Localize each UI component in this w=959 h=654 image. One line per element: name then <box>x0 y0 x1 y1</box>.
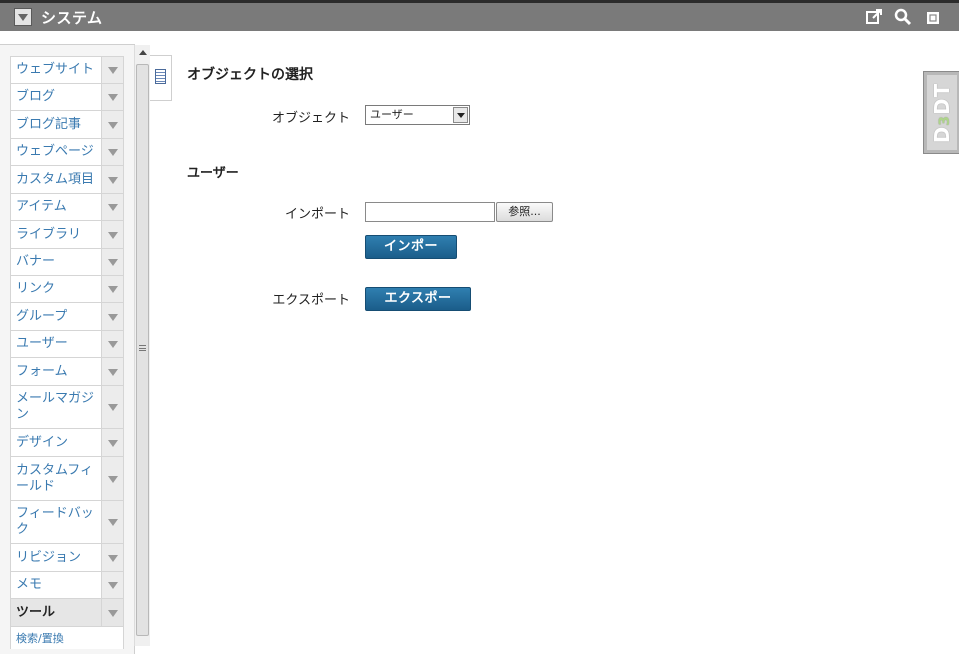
object-label: オブジェクト <box>271 111 350 126</box>
scrollbar-thumb[interactable] <box>136 64 149 636</box>
sidebar-item-revision[interactable]: リビジョン <box>10 544 124 572</box>
sidebar-item-tools[interactable]: ツール <box>10 599 124 627</box>
chevron-down-icon[interactable] <box>101 386 123 428</box>
sidebar-item-newsletter[interactable]: メールマガジン <box>10 386 124 429</box>
sidebar-scrollbar[interactable] <box>134 45 150 646</box>
chevron-down-icon[interactable] <box>101 303 123 330</box>
sidebar-item-label: デザイン <box>11 429 101 456</box>
sidebar-item-label: カスタム項目 <box>11 166 101 193</box>
chevron-down-icon[interactable] <box>101 501 123 543</box>
sidebar-item-blog-entry[interactable]: ブログ記事 <box>10 111 124 139</box>
external-link-icon[interactable] <box>864 7 884 27</box>
sidebar-item-label: ライブラリ <box>11 221 101 248</box>
object-section-title: オブジェクトの選択 <box>187 67 313 83</box>
sidebar-item-library[interactable]: ライブラリ <box>10 221 124 249</box>
object-select[interactable]: ユーザー <box>365 105 470 125</box>
sidebar-item-label: ウェブページ <box>11 139 101 165</box>
sidebar-item-webpage[interactable]: ウェブページ <box>10 139 124 166</box>
sidebar-item-label: バナー <box>11 249 101 275</box>
user-section-title: ユーザー <box>187 166 239 181</box>
sidebar-item-memo[interactable]: メモ <box>10 572 124 599</box>
sidebar-item-label: ブログ記事 <box>11 111 101 138</box>
sidebar-tab-handle[interactable] <box>150 55 172 101</box>
sidebar-item-label: メールマガジン <box>11 386 101 428</box>
chevron-down-icon[interactable] <box>101 457 123 500</box>
sidebar-item-label: グループ <box>11 303 101 330</box>
chevron-down-icon[interactable] <box>101 358 123 385</box>
chevron-down-icon[interactable] <box>101 429 123 456</box>
import-button[interactable]: インポート <box>365 235 457 276</box>
sidebar-item-label: ウェブサイト <box>11 57 101 83</box>
document-icon <box>155 69 166 84</box>
import-label: インポート <box>284 207 350 222</box>
chevron-down-icon[interactable] <box>101 599 123 626</box>
sidebar-item-label: リビジョン <box>11 544 101 571</box>
sidebar-item-label: カスタムフィールド <box>11 457 101 500</box>
object-select-value: ユーザー <box>370 108 414 121</box>
sidebar-item-label: フィードバック <box>11 501 101 543</box>
sidebar-item-blog[interactable]: ブログ <box>10 84 124 111</box>
sidebar-item-custom-items[interactable]: カスタム項目 <box>10 166 124 194</box>
sidebar-item-label: ツール <box>11 599 101 626</box>
sidebar-nav: ウェブサイト ブログ ブログ記事 ウェブページ カスタム項目 アイテム ライブラ… <box>10 56 124 649</box>
sidebar-item-label: フォーム <box>11 358 101 385</box>
chevron-down-icon <box>453 107 468 123</box>
sidebar-item-design[interactable]: デザイン <box>10 429 124 457</box>
browse-button[interactable]: 参照... <box>496 202 553 222</box>
chevron-down-icon[interactable] <box>101 84 123 110</box>
ddt-logo: D3DT <box>929 82 954 143</box>
export-label: エクスポート <box>272 293 350 308</box>
chevron-down-icon[interactable] <box>101 572 123 598</box>
sidebar-item-user[interactable]: ユーザー <box>10 331 124 358</box>
scroll-up-icon[interactable] <box>135 45 150 61</box>
main-content: オブジェクトの選択 オブジェクト ユーザー ユーザー インポート 参照... イ… <box>172 31 922 646</box>
lock-icon[interactable] <box>923 7 943 27</box>
sidebar-item-link[interactable]: リンク <box>10 276 124 303</box>
chevron-down-icon[interactable] <box>101 166 123 193</box>
import-file-input[interactable] <box>365 202 495 222</box>
sidebar-item-label: リンク <box>11 276 101 302</box>
chevron-down-icon[interactable] <box>101 276 123 302</box>
search-icon[interactable] <box>893 7 913 27</box>
sidebar-item-form[interactable]: フォーム <box>10 358 124 386</box>
ddt-badge[interactable]: D3DT <box>923 71 959 154</box>
chevron-down-icon[interactable] <box>101 111 123 138</box>
sidebar-item-label: ユーザー <box>11 331 101 357</box>
sidebar-item-group[interactable]: グループ <box>10 303 124 331</box>
chevron-down-icon[interactable] <box>101 139 123 165</box>
chevron-down-icon[interactable] <box>101 331 123 357</box>
sidebar-item-website[interactable]: ウェブサイト <box>10 56 124 84</box>
sidebar-item-label: メモ <box>11 572 101 598</box>
menu-toggle-icon[interactable] <box>14 8 32 26</box>
grip-icon <box>139 345 146 351</box>
sidebar-item-custom-field[interactable]: カスタムフィールド <box>10 457 124 501</box>
sidebar-item-label: アイテム <box>11 194 101 220</box>
page-title: システム <box>41 9 103 27</box>
chevron-down-icon[interactable] <box>101 194 123 220</box>
export-button[interactable]: エクスポート <box>365 287 471 328</box>
chevron-down-icon[interactable] <box>101 221 123 248</box>
chevron-down-icon[interactable] <box>101 544 123 571</box>
chevron-down-icon[interactable] <box>101 57 123 83</box>
sidebar-item-label: ブログ <box>11 84 101 110</box>
sidebar-item-banner[interactable]: バナー <box>10 249 124 276</box>
chevron-down-icon[interactable] <box>101 249 123 275</box>
sidebar-item-feedback[interactable]: フィードバック <box>10 501 124 544</box>
top-bar: システム <box>0 0 959 31</box>
sidebar-item-item[interactable]: アイテム <box>10 194 124 221</box>
sidebar: ウェブサイト ブログ ブログ記事 ウェブページ カスタム項目 アイテム ライブラ… <box>0 31 150 654</box>
